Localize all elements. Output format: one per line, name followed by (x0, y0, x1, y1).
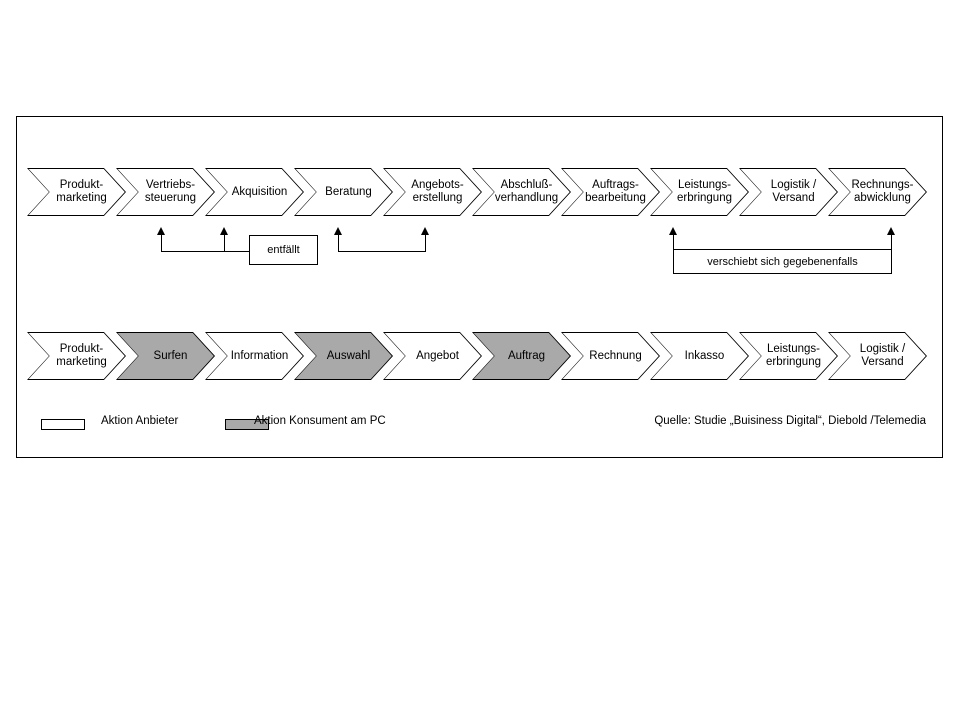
diagram-frame: Produkt- marketing Vertriebs- steuerung Ak… (16, 116, 943, 458)
process-step-consumer-5[interactable]: Angebot (383, 332, 482, 380)
process-step-provider-3[interactable]: Akquisition (205, 168, 304, 216)
process-step-label: Vertriebs- steuerung (144, 179, 197, 204)
process-step-provider-9[interactable]: Logistik / Versand (739, 168, 838, 216)
process-step-label: Inkasso (684, 349, 725, 362)
legend-label-consumer: Aktion Konsument am PC (254, 415, 386, 427)
process-step-provider-8[interactable]: Leistungs- erbringung (650, 168, 749, 216)
process-step-label: Produkt- marketing (56, 343, 107, 368)
process-step-provider-5[interactable]: Angebots- erstellung (383, 168, 482, 216)
shifted-arrow-2 (887, 227, 895, 235)
process-step-label: Produkt- marketing (56, 179, 107, 204)
omitted-rail-left (161, 251, 249, 252)
diagram-canvas: Produkt- marketing Vertriebs- steuerung Ak… (0, 0, 960, 720)
process-step-consumer-4[interactable]: Auswahl (294, 332, 393, 380)
process-step-consumer-9[interactable]: Leistungs- erbringung (739, 332, 838, 380)
process-step-label: Auswahl (326, 349, 371, 362)
process-step-label: Auftrag (507, 349, 546, 362)
process-step-label: Rechnungs- abwicklung (851, 179, 914, 204)
omitted-rail-right (338, 251, 426, 252)
process-step-consumer-8[interactable]: Inkasso (650, 332, 749, 380)
process-step-label: Rechnung (589, 349, 642, 362)
process-step-label: Leistungs- erbringung (766, 343, 821, 368)
process-step-label: Surfen (153, 349, 188, 362)
process-step-consumer-6[interactable]: Auftrag (472, 332, 571, 380)
omitted-arrow-stem-2 (224, 235, 225, 251)
process-step-label: Leistungs- erbringung (677, 179, 732, 204)
legend-label-provider: Aktion Anbieter (101, 415, 179, 427)
process-step-provider-1[interactable]: Produkt- marketing (27, 168, 126, 216)
process-step-label: Akquisition (231, 185, 288, 198)
omitted-arrow-2 (220, 227, 228, 235)
process-step-label: Logistik / Versand (859, 343, 906, 368)
process-step-provider-6[interactable]: Abschluß- verhandlung (472, 168, 571, 216)
process-step-consumer-10[interactable]: Logistik / Versand (828, 332, 927, 380)
omitted-arrow-4 (421, 227, 429, 235)
shifted-arrow-stem-1 (673, 235, 674, 249)
process-step-label: Auftrags- bearbeitung (585, 179, 646, 204)
shifted-arrow-1 (669, 227, 677, 235)
omitted-note-box: entfällt (249, 235, 318, 265)
shifted-note-label: verschiebt sich gegebenenfalls (707, 255, 858, 268)
process-step-consumer-7[interactable]: Rechnung (561, 332, 660, 380)
process-step-consumer-2[interactable]: Surfen (116, 332, 215, 380)
omitted-arrow-3 (334, 227, 342, 235)
process-step-consumer-3[interactable]: Information (205, 332, 304, 380)
shifted-note-box: verschiebt sich gegebenenfalls (673, 249, 892, 274)
process-step-label: Beratung (325, 185, 372, 198)
legend-swatch-provider (41, 419, 85, 430)
process-step-consumer-1[interactable]: Produkt- marketing (27, 332, 126, 380)
process-step-provider-7[interactable]: Auftrags- bearbeitung (561, 168, 660, 216)
omitted-arrow-stem-4 (425, 235, 426, 251)
process-step-label: Angebots- erstellung (411, 179, 464, 204)
process-step-provider-4[interactable]: Beratung (294, 168, 393, 216)
omitted-arrow-stem-3 (338, 235, 339, 251)
process-step-label: Information (230, 349, 289, 362)
source-attribution: Quelle: Studie „Buisiness Digital“, Dieb… (654, 415, 926, 427)
process-step-provider-10[interactable]: Rechnungs- abwicklung (828, 168, 927, 216)
process-step-provider-2[interactable]: Vertriebs- steuerung (116, 168, 215, 216)
process-step-label: Logistik / Versand (770, 179, 817, 204)
process-step-label: Angebot (416, 349, 459, 362)
omitted-note-label: entfällt (267, 244, 300, 256)
process-step-label: Abschluß- verhandlung (494, 179, 559, 204)
omitted-arrow-stem-1 (161, 235, 162, 251)
shifted-arrow-stem-2 (891, 235, 892, 249)
omitted-arrow-1 (157, 227, 165, 235)
